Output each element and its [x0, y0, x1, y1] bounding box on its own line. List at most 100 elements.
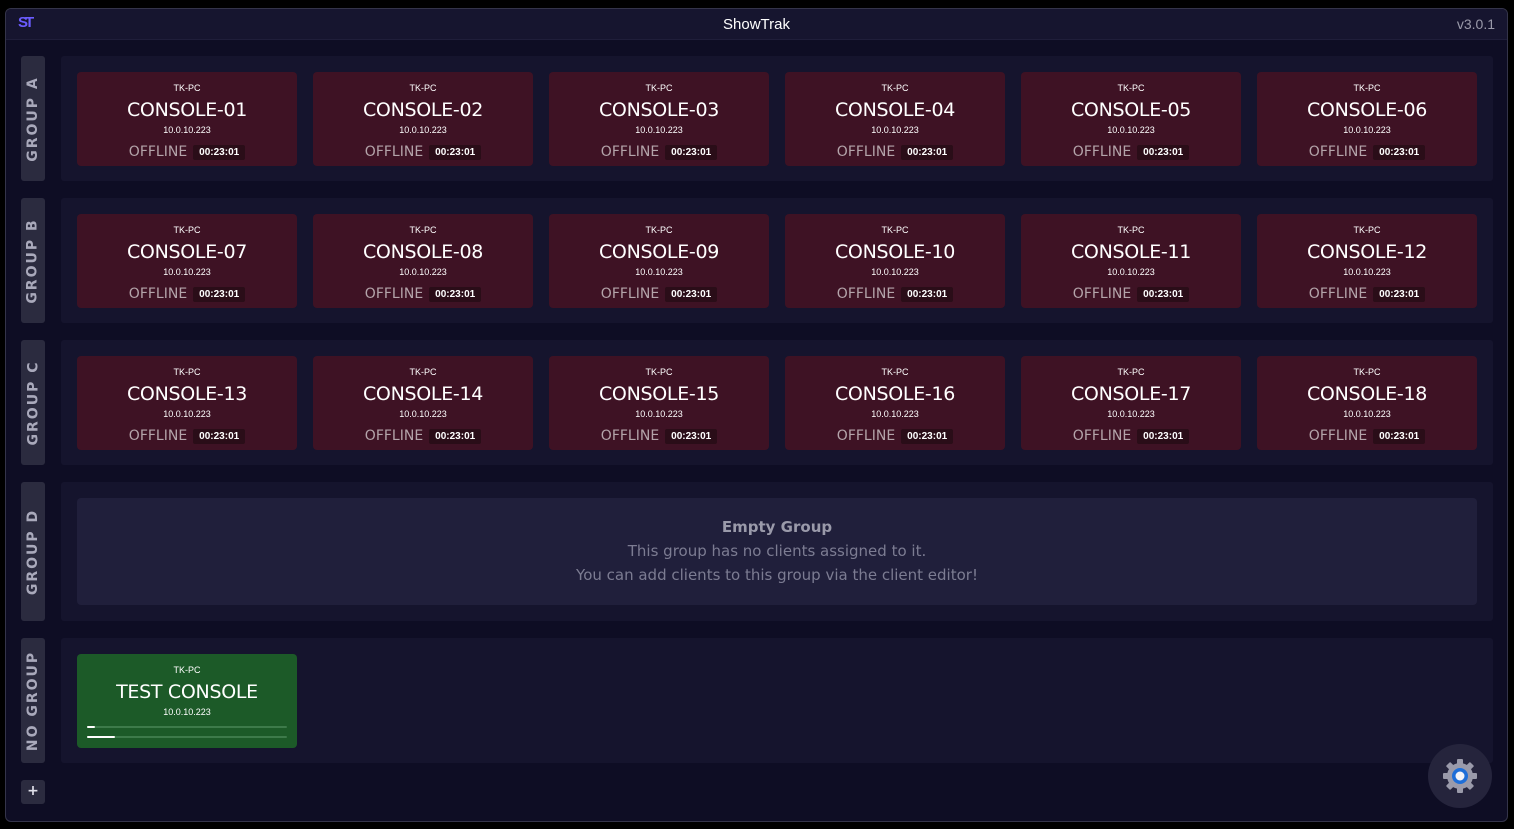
status-timer: 00:23:01	[665, 144, 718, 160]
client-hostname: TK-PC	[1353, 225, 1381, 235]
client-ip: 10.0.10.223	[163, 267, 211, 277]
client-hostname: TK-PC	[881, 367, 909, 377]
client-card[interactable]: TK-PC CONSOLE-06 10.0.10.223 OFFLINE 00:23:0…	[1257, 72, 1477, 166]
client-hostname: TK-PC	[173, 83, 201, 93]
client-card[interactable]: TK-PC CONSOLE-02 10.0.10.223 OFFLINE 00:23:0…	[313, 72, 533, 166]
client-status: OFFLINE 00:23:01	[1021, 285, 1241, 303]
client-hostname: TK-PC	[173, 225, 201, 235]
status-label: OFFLINE	[600, 428, 660, 444]
client-card[interactable]: TK-PC CONSOLE-05 10.0.10.223 OFFLINE 00:23:0…	[1021, 72, 1241, 166]
client-card[interactable]: TK-PC CONSOLE-03 10.0.10.223 OFFLINE 00:23:0…	[549, 72, 769, 166]
status-timer: 00:23:01	[193, 144, 246, 160]
client-card[interactable]: TK-PC CONSOLE-01 10.0.10.223 OFFLINE 00:23:0…	[77, 72, 297, 166]
client-card[interactable]: TK-PC CONSOLE-14 10.0.10.223 OFFLINE 00:23:0…	[313, 356, 533, 450]
client-hostname: TK-PC	[881, 225, 909, 235]
status-label: OFFLINE	[364, 144, 424, 160]
client-ip: 10.0.10.223	[399, 267, 447, 277]
group-tab-label: GROUP B	[25, 217, 42, 304]
client-ip: 10.0.10.223	[1107, 409, 1155, 419]
client-card[interactable]: TK-PC CONSOLE-17 10.0.10.223 OFFLINE 00:23:0…	[1021, 356, 1241, 450]
client-hostname: TK-PC	[409, 367, 437, 377]
client-card[interactable]: TK-PC CONSOLE-13 10.0.10.223 OFFLINE 00:23:0…	[77, 356, 297, 450]
client-status: OFFLINE 00:23:01	[785, 143, 1005, 161]
status-label: OFFLINE	[836, 286, 896, 302]
client-card[interactable]: TK-PC CONSOLE-04 10.0.10.223 OFFLINE 00:23:0…	[785, 72, 1005, 166]
group-tab-b[interactable]: GROUP B	[21, 198, 45, 323]
client-name: CONSOLE-09	[598, 241, 720, 263]
client-name: CONSOLE-02	[362, 99, 484, 121]
group-panel-d: Empty Group This group has no clients as…	[61, 482, 1493, 621]
client-status: OFFLINE 00:23:01	[1021, 427, 1241, 445]
client-hostname: TK-PC	[1353, 367, 1381, 377]
status-timer: 00:23:01	[1373, 286, 1426, 302]
client-ip: 10.0.10.223	[635, 125, 683, 135]
status-label: OFFLINE	[1308, 286, 1368, 302]
client-name: CONSOLE-17	[1070, 383, 1192, 405]
client-name: CONSOLE-01	[126, 99, 248, 121]
client-card[interactable]: TK-PC CONSOLE-10 10.0.10.223 OFFLINE 00:23:0…	[785, 214, 1005, 308]
app-window: ST ShowTrak v3.0.1 GROUP A GROUP B GROUP…	[5, 8, 1508, 822]
status-label: OFFLINE	[1308, 428, 1368, 444]
client-card-test-console[interactable]: TK-PC TEST CONSOLE 10.0.10.223	[77, 654, 297, 748]
client-hostname: TK-PC	[881, 83, 909, 93]
client-status: OFFLINE 00:23:01	[77, 143, 297, 161]
client-ip: 10.0.10.223	[1343, 267, 1391, 277]
client-status: OFFLINE 00:23:01	[549, 143, 769, 161]
status-timer: 00:23:01	[429, 144, 482, 160]
client-status: OFFLINE 00:23:01	[1021, 143, 1241, 161]
status-timer: 00:23:01	[1137, 144, 1190, 160]
settings-button[interactable]	[1428, 744, 1492, 808]
client-ip: 10.0.10.223	[163, 125, 211, 135]
client-card[interactable]: TK-PC CONSOLE-16 10.0.10.223 OFFLINE 00:23:0…	[785, 356, 1005, 450]
client-hostname: TK-PC	[409, 225, 437, 235]
group-tab-label: GROUP A	[25, 75, 42, 162]
client-hostname: TK-PC	[1117, 225, 1145, 235]
status-label: OFFLINE	[1072, 286, 1132, 302]
client-card[interactable]: TK-PC CONSOLE-12 10.0.10.223 OFFLINE 00:23:0…	[1257, 214, 1477, 308]
client-name: CONSOLE-11	[1070, 241, 1192, 263]
add-group-button[interactable]: +	[21, 780, 45, 804]
client-status: OFFLINE 00:23:01	[313, 285, 533, 303]
status-timer: 00:23:01	[1137, 428, 1190, 444]
client-hostname: TK-PC	[409, 83, 437, 93]
group-tab-no-group[interactable]: NO GROUP	[21, 638, 45, 763]
client-ip: 10.0.10.223	[1343, 125, 1391, 135]
client-ip: 10.0.10.223	[399, 125, 447, 135]
client-hostname: TK-PC	[1353, 83, 1381, 93]
app-version: v3.0.1	[1456, 16, 1495, 32]
group-tab-a[interactable]: GROUP A	[21, 56, 45, 181]
status-label: OFFLINE	[1072, 428, 1132, 444]
status-label: OFFLINE	[364, 428, 424, 444]
client-status: OFFLINE 00:23:01	[549, 285, 769, 303]
status-label: OFFLINE	[1072, 144, 1132, 160]
client-status: OFFLINE 00:23:01	[1257, 427, 1477, 445]
client-hostname: TK-PC	[1117, 83, 1145, 93]
status-timer: 00:23:01	[1137, 286, 1190, 302]
client-name: CONSOLE-06	[1306, 99, 1428, 121]
client-card[interactable]: TK-PC CONSOLE-08 10.0.10.223 OFFLINE 00:23:0…	[313, 214, 533, 308]
client-ip: 10.0.10.223	[399, 409, 447, 419]
client-name: CONSOLE-05	[1070, 99, 1192, 121]
client-card[interactable]: TK-PC CONSOLE-07 10.0.10.223 OFFLINE 00:23:0…	[77, 214, 297, 308]
client-card[interactable]: TK-PC CONSOLE-11 10.0.10.223 OFFLINE 00:23:0…	[1021, 214, 1241, 308]
empty-group-title: Empty Group	[721, 518, 833, 536]
client-name: CONSOLE-16	[834, 383, 956, 405]
client-name: TEST CONSOLE	[116, 681, 258, 703]
client-status: OFFLINE 00:23:01	[313, 143, 533, 161]
status-label: OFFLINE	[600, 144, 660, 160]
status-label: OFFLINE	[600, 286, 660, 302]
group-tab-c[interactable]: GROUP C	[21, 340, 45, 465]
client-card[interactable]: TK-PC CONSOLE-15 10.0.10.223 OFFLINE 00:23:0…	[549, 356, 769, 450]
status-label: OFFLINE	[128, 144, 188, 160]
client-name: CONSOLE-18	[1306, 383, 1428, 405]
client-status: OFFLINE 00:23:01	[313, 427, 533, 445]
usage-bar-2	[87, 736, 287, 738]
client-hostname: TK-PC	[645, 83, 673, 93]
group-tab-d[interactable]: GROUP D	[21, 482, 45, 621]
client-card[interactable]: TK-PC CONSOLE-09 10.0.10.223 OFFLINE 00:23:0…	[549, 214, 769, 308]
client-name: CONSOLE-15	[598, 383, 720, 405]
status-timer: 00:23:01	[665, 286, 718, 302]
client-card[interactable]: TK-PC CONSOLE-18 10.0.10.223 OFFLINE 00:23:0…	[1257, 356, 1477, 450]
group-panel-b: TK-PC CONSOLE-07 10.0.10.223 OFFLINE 00:23:0…	[61, 198, 1493, 323]
status-timer: 00:23:01	[901, 428, 954, 444]
